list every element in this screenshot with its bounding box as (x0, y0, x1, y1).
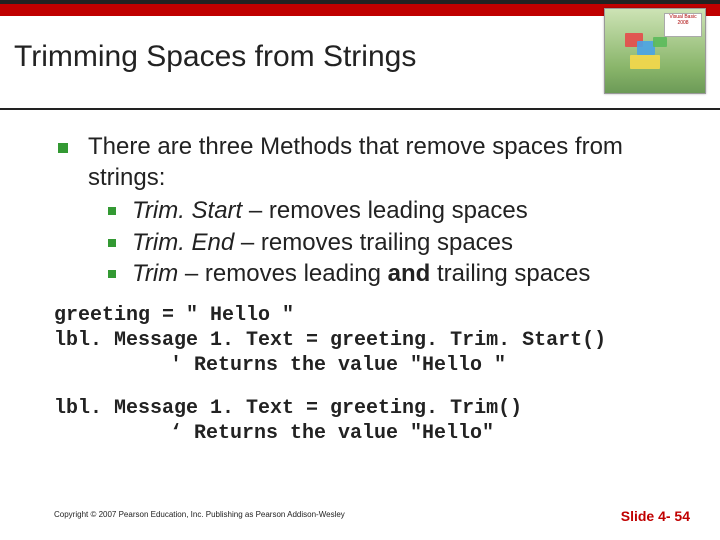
slide-body: There are three Methods that remove spac… (0, 110, 720, 446)
code-line: greeting = " Hello " (54, 304, 294, 327)
code-example-1: greeting = " Hello " lbl. Message 1. Tex… (54, 303, 666, 378)
sub-bullet-trim: Trim – removes leading and trailing spac… (104, 258, 666, 289)
method-desc-bold: and (388, 260, 431, 287)
main-bullet: There are three Methods that remove spac… (54, 132, 666, 289)
code-example-2: lbl. Message 1. Text = greeting. Trim() … (54, 396, 666, 446)
book-cover-image: Visual Basic 2008 (604, 8, 706, 94)
slide: Trimming Spaces from Strings Visual Basi… (0, 0, 720, 540)
method-name: Trim. Start (132, 197, 242, 224)
method-desc: – removes trailing spaces (234, 229, 513, 256)
blocks-icon (625, 33, 673, 75)
method-name: Trim. End (132, 229, 234, 256)
sub-bullet-trimstart: Trim. Start – removes leading spaces (104, 195, 666, 226)
method-desc-b: trailing spaces (430, 260, 590, 287)
header: Trimming Spaces from Strings Visual Basi… (0, 16, 720, 110)
code-return-comment: ‘ Returns the value "Hello" (54, 421, 666, 446)
method-desc-a: – removes leading (178, 260, 387, 287)
copyright-text: Copyright © 2007 Pearson Education, Inc.… (54, 510, 345, 519)
code-return-comment: ' Returns the value "Hello " (54, 353, 666, 378)
method-desc: – removes leading spaces (242, 197, 528, 224)
main-bullet-text: There are three Methods that remove spac… (88, 133, 623, 191)
slide-number: Slide 4- 54 (621, 508, 690, 524)
code-line: lbl. Message 1. Text = greeting. Trim. S… (54, 329, 606, 352)
code-line: lbl. Message 1. Text = greeting. Trim() (54, 397, 522, 420)
footer: Copyright © 2007 Pearson Education, Inc.… (0, 504, 720, 522)
sub-bullet-trimend: Trim. End – removes trailing spaces (104, 227, 666, 258)
method-name: Trim (132, 260, 178, 287)
